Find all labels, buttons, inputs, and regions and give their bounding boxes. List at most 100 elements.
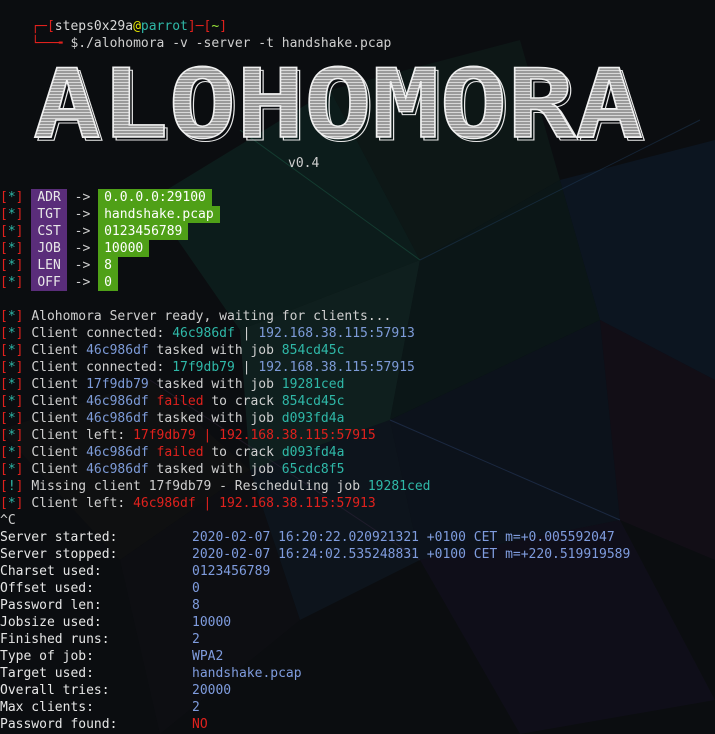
log-text: Alohomora Server ready, waiting for clie… bbox=[31, 309, 392, 324]
status-prefix: [*] bbox=[0, 190, 24, 205]
log-line: [*] Client connected: 17f9db79 | 192.168… bbox=[0, 359, 415, 376]
summary-value: 10000 bbox=[192, 615, 232, 630]
log-text: Missing client 17f9db79 - Rescheduling j… bbox=[31, 479, 368, 494]
status-prefix: [*] bbox=[0, 258, 24, 273]
config-key: LEN bbox=[31, 257, 67, 274]
log-text: d093fd4a bbox=[281, 445, 345, 460]
summary-value: 0 bbox=[192, 581, 200, 596]
config-arrow: -> bbox=[74, 258, 91, 273]
log-line: [*] Client left: 17f9db79 | 192.168.38.1… bbox=[0, 427, 376, 444]
status-prefix: [*] bbox=[0, 224, 24, 239]
status-prefix: [*] bbox=[0, 428, 24, 443]
config-row: [*] ADR -> 0.0.0.0:29100 bbox=[0, 189, 212, 206]
config-row: [*] TGT -> handshake.pcap bbox=[0, 206, 220, 223]
summary-value: 2020-02-07 16:20:22.020921321 +0100 CET … bbox=[192, 530, 615, 545]
summary-key: Server started: bbox=[0, 530, 118, 545]
log-line: [*] Alohomora Server ready, waiting for … bbox=[0, 308, 391, 325]
log-line: [*] Client 17f9db79 tasked with job 1928… bbox=[0, 376, 344, 393]
log-text: tasked with job bbox=[148, 462, 282, 477]
config-arrow: -> bbox=[74, 190, 91, 205]
config-row: [*] LEN -> 8 bbox=[0, 257, 118, 274]
log-text: tasked with job bbox=[148, 377, 282, 392]
banner-title: ALOHOMORA bbox=[33, 50, 643, 160]
log-line: [*] Client 46c986df tasked with job 65cd… bbox=[0, 461, 344, 478]
summary-key: Server stopped: bbox=[0, 547, 118, 562]
log-text: Client bbox=[31, 462, 87, 477]
config-value: 10000 bbox=[98, 240, 150, 257]
summary-key: Target used: bbox=[0, 666, 94, 681]
summary-key: Overall tries: bbox=[0, 683, 110, 698]
config-arrow: -> bbox=[74, 241, 91, 256]
status-prefix: [*] bbox=[0, 343, 24, 358]
log-text: Client left: bbox=[31, 428, 134, 443]
log-text: to crack bbox=[203, 394, 282, 409]
log-text: 19281ced bbox=[367, 479, 431, 494]
log-text: 192.168.38.115:57913 bbox=[258, 326, 415, 341]
status-prefix: [*] bbox=[0, 241, 24, 256]
summary-key: Jobsize used: bbox=[0, 615, 102, 630]
log-text: 17f9db79 | 192.168.38.115:57915 bbox=[133, 428, 376, 443]
summary-value: 20000 bbox=[192, 683, 232, 698]
summary-key: Password found: bbox=[0, 717, 118, 732]
log-text: to crack bbox=[203, 445, 282, 460]
log-text: tasked with job bbox=[148, 411, 282, 426]
config-key: OFF bbox=[31, 274, 67, 291]
log-text: 854cd45c bbox=[281, 394, 345, 409]
status-prefix: [*] bbox=[0, 462, 24, 477]
summary-value: WPA2 bbox=[192, 649, 224, 664]
status-prefix: [*] bbox=[0, 275, 24, 290]
version-label: v0.4 bbox=[288, 156, 320, 171]
log-text: 46c986df bbox=[86, 462, 149, 477]
log-text: tasked with job bbox=[148, 343, 282, 358]
terminal-window[interactable]: ┌─[steps0x29a@parrot]─[~] └──╼ $./alohom… bbox=[0, 0, 715, 734]
status-prefix: [*] bbox=[0, 309, 24, 324]
summary-key: Max clients: bbox=[0, 700, 94, 715]
log-text: 46c986df bbox=[172, 326, 235, 341]
log-text: 46c986df bbox=[86, 343, 149, 358]
config-key: TGT bbox=[31, 206, 67, 223]
log-line: [*] Client 46c986df failed to crack d093… bbox=[0, 444, 344, 461]
log-text: Client bbox=[31, 445, 87, 460]
log-text: Client bbox=[31, 394, 87, 409]
config-value: 0 bbox=[98, 274, 118, 291]
config-value: 0123456789 bbox=[98, 223, 189, 240]
interrupt-signal: ^C bbox=[0, 513, 16, 528]
status-prefix: [*] bbox=[0, 411, 24, 426]
config-arrow: -> bbox=[74, 207, 91, 222]
summary-key: Finished runs: bbox=[0, 632, 110, 647]
log-line: [*] Client left: 46c986df | 192.168.38.1… bbox=[0, 495, 376, 512]
status-prefix: [*] bbox=[0, 207, 24, 222]
log-text: d093fd4a bbox=[281, 411, 345, 426]
summary-value: 2020-02-07 16:24:02.535248831 +0100 CET … bbox=[192, 547, 631, 562]
summary-key: Type of job: bbox=[0, 649, 94, 664]
log-line: [*] Client 46c986df failed to crack 854c… bbox=[0, 393, 344, 410]
log-text: 192.168.38.115:57915 bbox=[258, 360, 415, 375]
log-text: 46c986df bbox=[86, 445, 149, 460]
log-text: Client bbox=[31, 411, 87, 426]
log-text: 17f9db79 bbox=[86, 377, 149, 392]
log-text: failed bbox=[148, 394, 204, 409]
config-row: [*] JOB -> 10000 bbox=[0, 240, 150, 257]
status-prefix: [!] bbox=[0, 479, 24, 494]
status-prefix: [*] bbox=[0, 377, 24, 392]
log-line: [!] Missing client 17f9db79 - Rescheduli… bbox=[0, 478, 430, 495]
config-value: 8 bbox=[98, 257, 118, 274]
log-text: 17f9db79 bbox=[172, 360, 235, 375]
summary-value: 8 bbox=[192, 598, 200, 613]
summary-value: 2 bbox=[192, 700, 200, 715]
config-row: [*] CST -> 0123456789 bbox=[0, 223, 189, 240]
status-prefix: [*] bbox=[0, 394, 24, 409]
log-line: [*] Client connected: 46c986df | 192.168… bbox=[0, 325, 415, 342]
summary-key: Charset used: bbox=[0, 564, 102, 579]
log-text: | bbox=[234, 326, 259, 341]
status-prefix: [*] bbox=[0, 326, 24, 341]
log-text: Client bbox=[31, 377, 87, 392]
config-key: CST bbox=[31, 223, 67, 240]
log-text: failed bbox=[148, 445, 204, 460]
summary-key: Password len: bbox=[0, 598, 102, 613]
log-text: 854cd45c bbox=[281, 343, 345, 358]
status-prefix: [*] bbox=[0, 360, 24, 375]
log-text: 65cdc8f5 bbox=[281, 462, 345, 477]
log-text: 46c986df bbox=[86, 394, 149, 409]
summary-value: 0123456789 bbox=[192, 564, 271, 579]
